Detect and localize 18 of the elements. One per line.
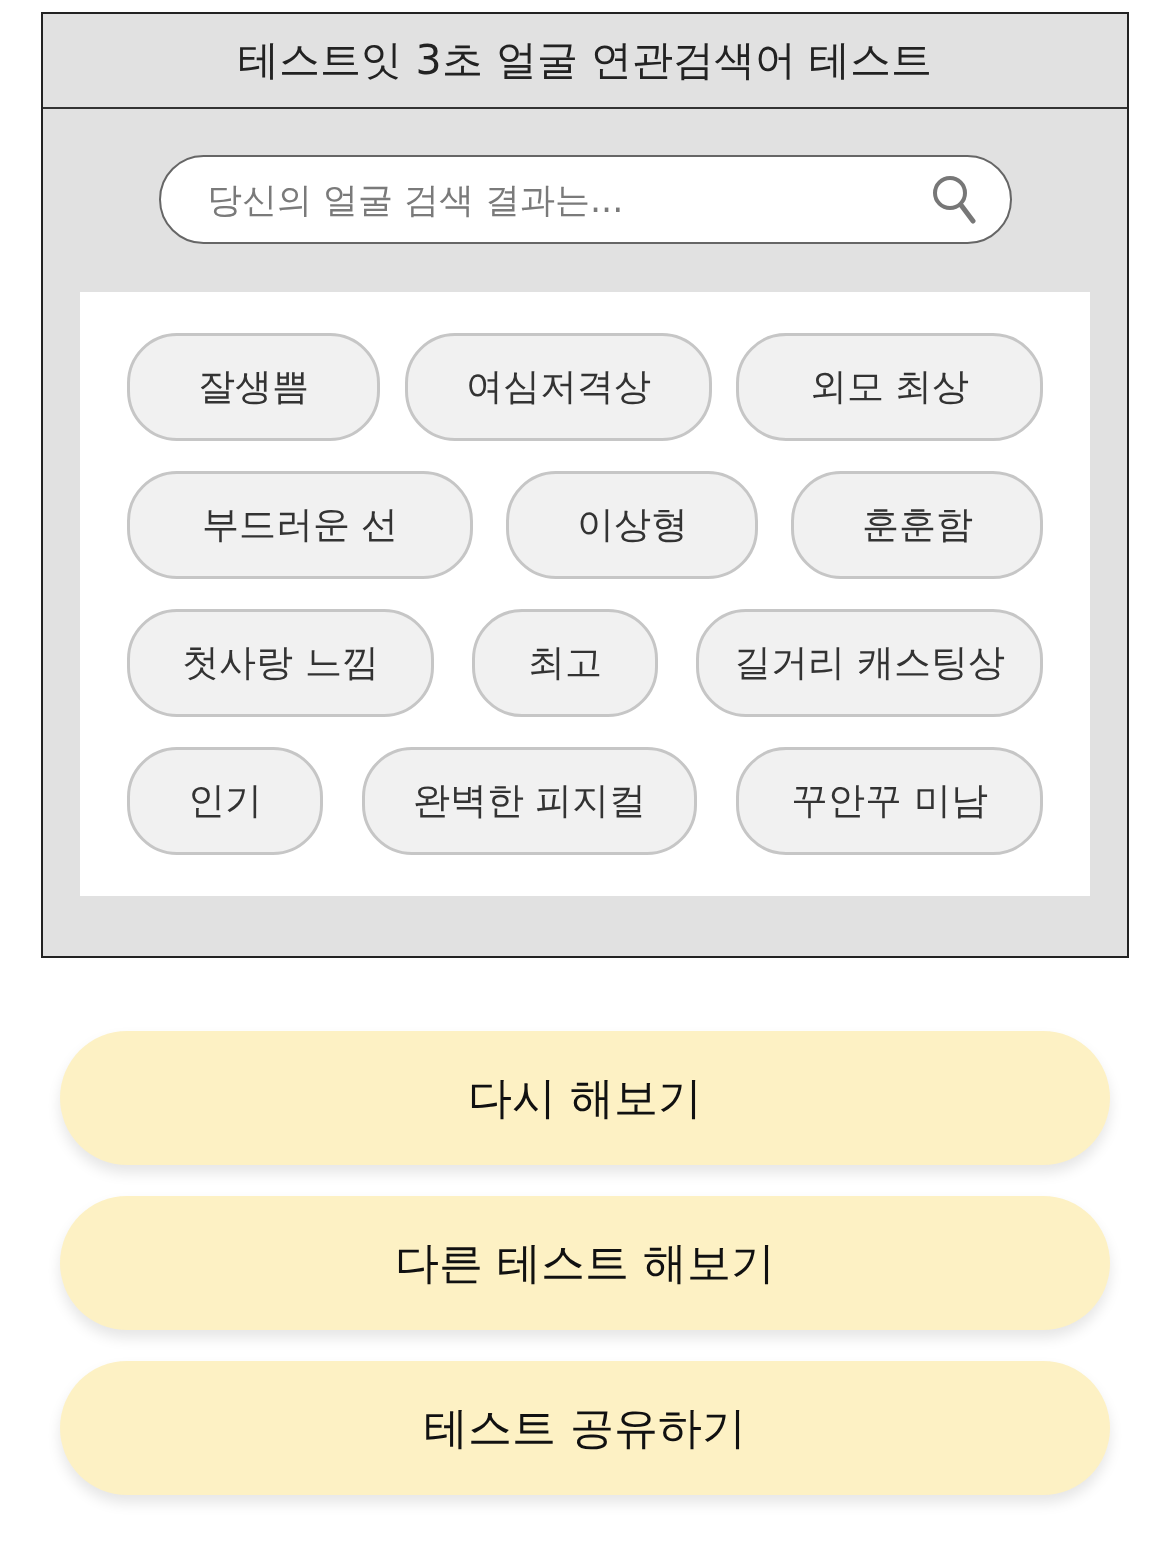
keyword-tag[interactable]: 이상형: [506, 471, 758, 579]
action-button[interactable]: 테스트 공유하기: [60, 1361, 1110, 1495]
action-button[interactable]: 다른 테스트 해보기: [60, 1196, 1110, 1330]
search-field[interactable]: 당신의 얼굴 검색 결과는...: [158, 155, 1012, 244]
keyword-tag[interactable]: 완벽한 피지컬: [362, 747, 697, 855]
keyword-tag[interactable]: 훈훈함: [791, 471, 1043, 579]
keyword-tag[interactable]: 최고: [472, 609, 658, 717]
keyword-tag[interactable]: 인기: [127, 747, 323, 855]
keyword-tag[interactable]: 꾸안꾸 미남: [736, 747, 1043, 855]
keyword-tag[interactable]: 외모 최상: [736, 333, 1043, 441]
keyword-tag[interactable]: 길거리 캐스팅상: [696, 609, 1043, 717]
search-icon[interactable]: [931, 175, 976, 225]
keyword-tag[interactable]: 여심저격상: [404, 333, 712, 441]
keyword-tag[interactable]: 잘생쁨: [127, 333, 380, 441]
card-title: 테스트잇 3초 얼굴 연관검색어 테스트: [238, 35, 932, 86]
keyword-tag[interactable]: 부드러운 선: [127, 471, 473, 579]
action-button[interactable]: 다시 해보기: [60, 1031, 1110, 1165]
keyword-tag[interactable]: 첫사랑 느낌: [127, 609, 434, 717]
